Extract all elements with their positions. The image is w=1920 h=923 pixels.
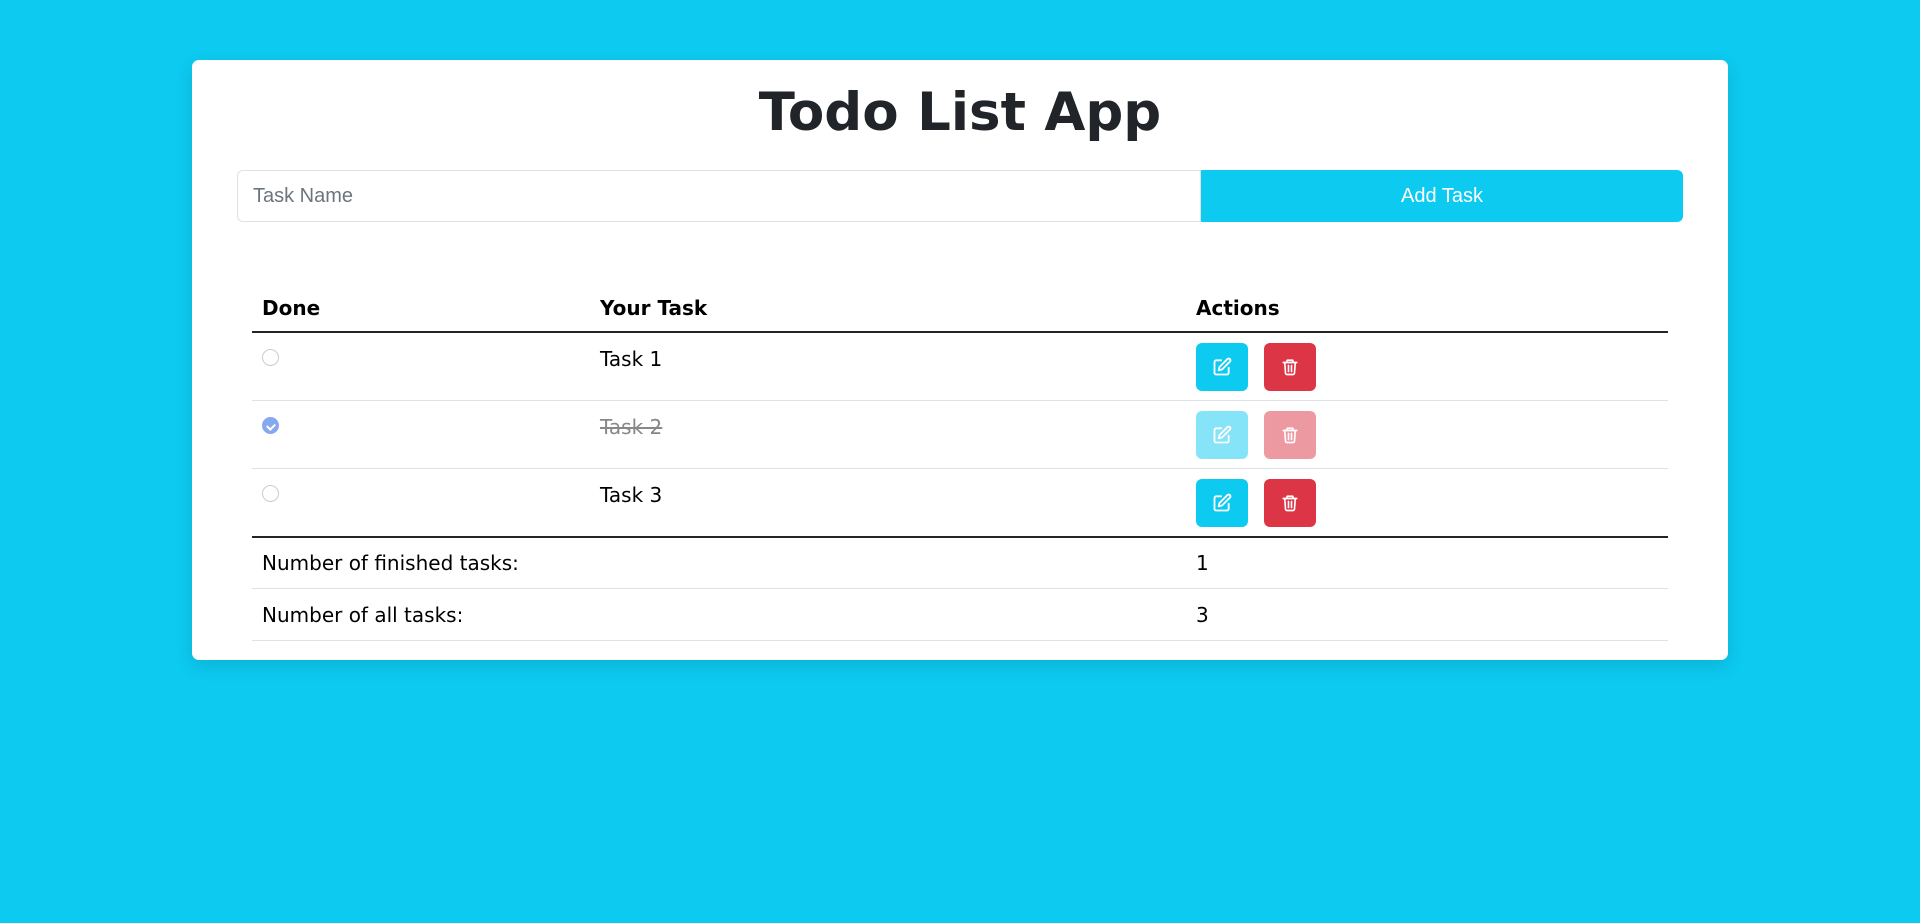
trash-icon [1282,426,1298,443]
edit-button[interactable] [1196,410,1248,459]
add-task-button[interactable]: Add Task [1201,170,1683,222]
edit-icon [1213,493,1232,511]
edit-button[interactable] [1196,478,1248,527]
trash-icon [1282,494,1298,511]
delete-button[interactable] [1264,478,1316,527]
all-tasks-label: Number of all tasks: [252,588,1186,641]
table-row: Task 2 [252,400,1668,469]
all-tasks-count: 3 [1186,588,1668,641]
task-table: Done Your Task Actions Task 1 Task 2 Tas… [252,285,1668,641]
edit-icon [1213,425,1232,443]
finished-tasks-count: 1 [1186,537,1668,589]
finished-tasks-label: Number of finished tasks: [252,537,1186,589]
task-name-input[interactable] [237,170,1201,222]
table-row: Task 1 [252,332,1668,401]
summary-row-finished: Number of finished tasks: 1 [252,537,1668,589]
done-radio-checked[interactable] [262,416,279,434]
edit-icon [1213,357,1232,375]
trash-icon [1282,358,1298,375]
page-title: Todo List App [758,82,1162,143]
table-row: Task 3 [252,468,1668,538]
table-header-row: Done Your Task Actions [252,285,1668,333]
delete-button[interactable] [1264,410,1316,459]
header-actions: Actions [1186,285,1668,333]
task-name: Task 1 [600,346,663,371]
summary-row-all: Number of all tasks: 3 [252,588,1668,641]
header-task: Your Task [590,285,1186,333]
task-name: Task 3 [600,482,663,507]
edit-button[interactable] [1196,342,1248,391]
header-done: Done [252,285,590,333]
done-radio[interactable] [262,348,279,366]
done-radio[interactable] [262,484,279,502]
delete-button[interactable] [1264,342,1316,391]
task-name: Task 2 [600,414,663,439]
